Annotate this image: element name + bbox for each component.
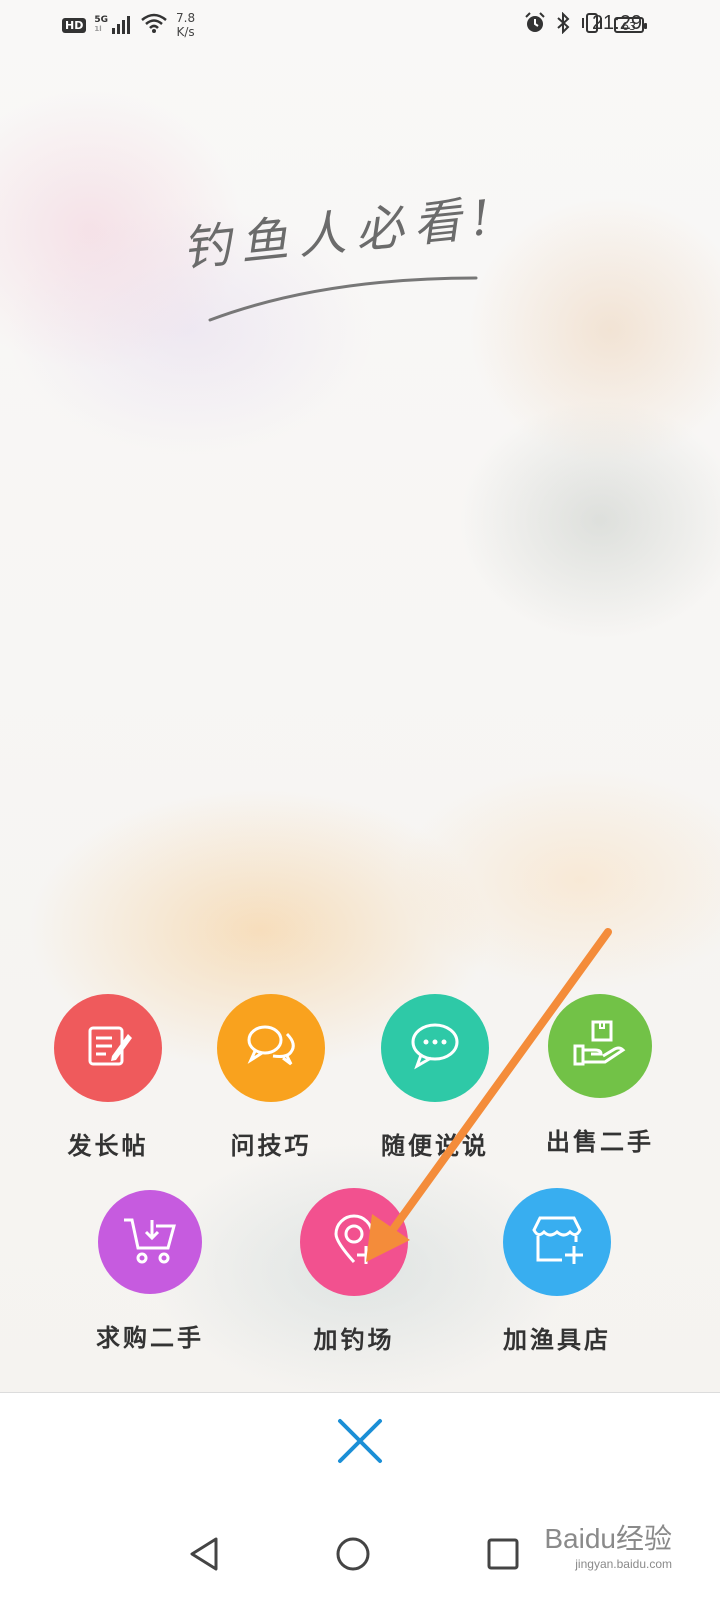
add-tackle-store-label: 加渔具店 — [503, 1325, 611, 1354]
action-ask-tips[interactable]: 问技巧 — [201, 994, 341, 1161]
close-icon — [334, 1419, 386, 1471]
network-type: 5G — [94, 15, 108, 25]
post-long-button[interactable] — [54, 994, 162, 1102]
store-add-icon — [528, 1214, 586, 1270]
home-button[interactable] — [330, 1531, 376, 1577]
action-buy-used[interactable]: 求购二手 — [80, 1190, 220, 1353]
action-post-long[interactable]: 发长帖 — [38, 994, 178, 1161]
slogan-banner: 钓鱼人必看! — [180, 189, 542, 328]
sell-used-button[interactable] — [548, 994, 652, 1098]
watermark-brand: Baidu经验 — [544, 1523, 672, 1554]
hand-box-icon — [571, 1018, 629, 1074]
alarm-icon — [524, 12, 546, 38]
speed-unit: K/s — [176, 25, 195, 39]
edit-note-icon — [82, 1020, 134, 1076]
bluetooth-icon — [556, 11, 570, 38]
recents-button[interactable] — [480, 1531, 526, 1577]
chat-bubbles-icon — [243, 1020, 299, 1076]
buy-used-label: 求购二手 — [96, 1323, 204, 1352]
network-sub: 1l — [94, 25, 102, 33]
chat-dots-icon — [407, 1020, 463, 1076]
location-add-icon — [326, 1212, 382, 1272]
cell-signal-icon: 5G 1l — [94, 16, 132, 34]
casual-talk-button[interactable] — [381, 994, 489, 1102]
add-tackle-store-button[interactable] — [503, 1188, 611, 1296]
action-sell-used[interactable]: 出售二手 — [530, 994, 670, 1157]
casual-talk-label: 随便说说 — [381, 1131, 489, 1160]
slogan-underline — [208, 276, 478, 322]
sell-used-label: 出售二手 — [546, 1127, 654, 1156]
buy-used-button[interactable] — [98, 1190, 202, 1294]
add-fishing-spot-button[interactable] — [300, 1188, 408, 1296]
hd-icon: HD — [62, 17, 87, 33]
ask-tips-label: 问技巧 — [230, 1131, 312, 1160]
clock: 21:29 — [591, 12, 642, 34]
speed-value: 7.8 — [176, 11, 196, 25]
action-casual-talk[interactable]: 随便说说 — [365, 994, 505, 1161]
action-add-tackle-store[interactable]: 加渔具店 — [487, 1188, 627, 1355]
ask-tips-button[interactable] — [217, 994, 325, 1102]
back-triangle-icon — [190, 1537, 218, 1571]
recents-square-icon — [487, 1538, 519, 1570]
wifi-icon — [140, 13, 168, 37]
add-fishing-spot-label: 加钓场 — [313, 1325, 395, 1354]
home-circle-icon — [336, 1537, 370, 1571]
post-long-label: 发长帖 — [67, 1131, 149, 1160]
close-button[interactable] — [334, 1415, 386, 1467]
action-add-fishing-spot[interactable]: 加钓场 — [284, 1188, 424, 1355]
cart-download-icon — [122, 1214, 178, 1270]
back-button[interactable] — [182, 1531, 228, 1577]
bottom-panel: Baidu经验 jingyan.baidu.com — [0, 1392, 720, 1601]
watermark: Baidu经验 jingyan.baidu.com — [544, 1517, 672, 1571]
network-speed: 7.8 K/s — [176, 11, 195, 39]
status-bar: HD 5G 1l 7.8 K/s 63 21:29 — [0, 0, 720, 50]
watermark-url: jingyan.baidu.com — [575, 1557, 672, 1571]
